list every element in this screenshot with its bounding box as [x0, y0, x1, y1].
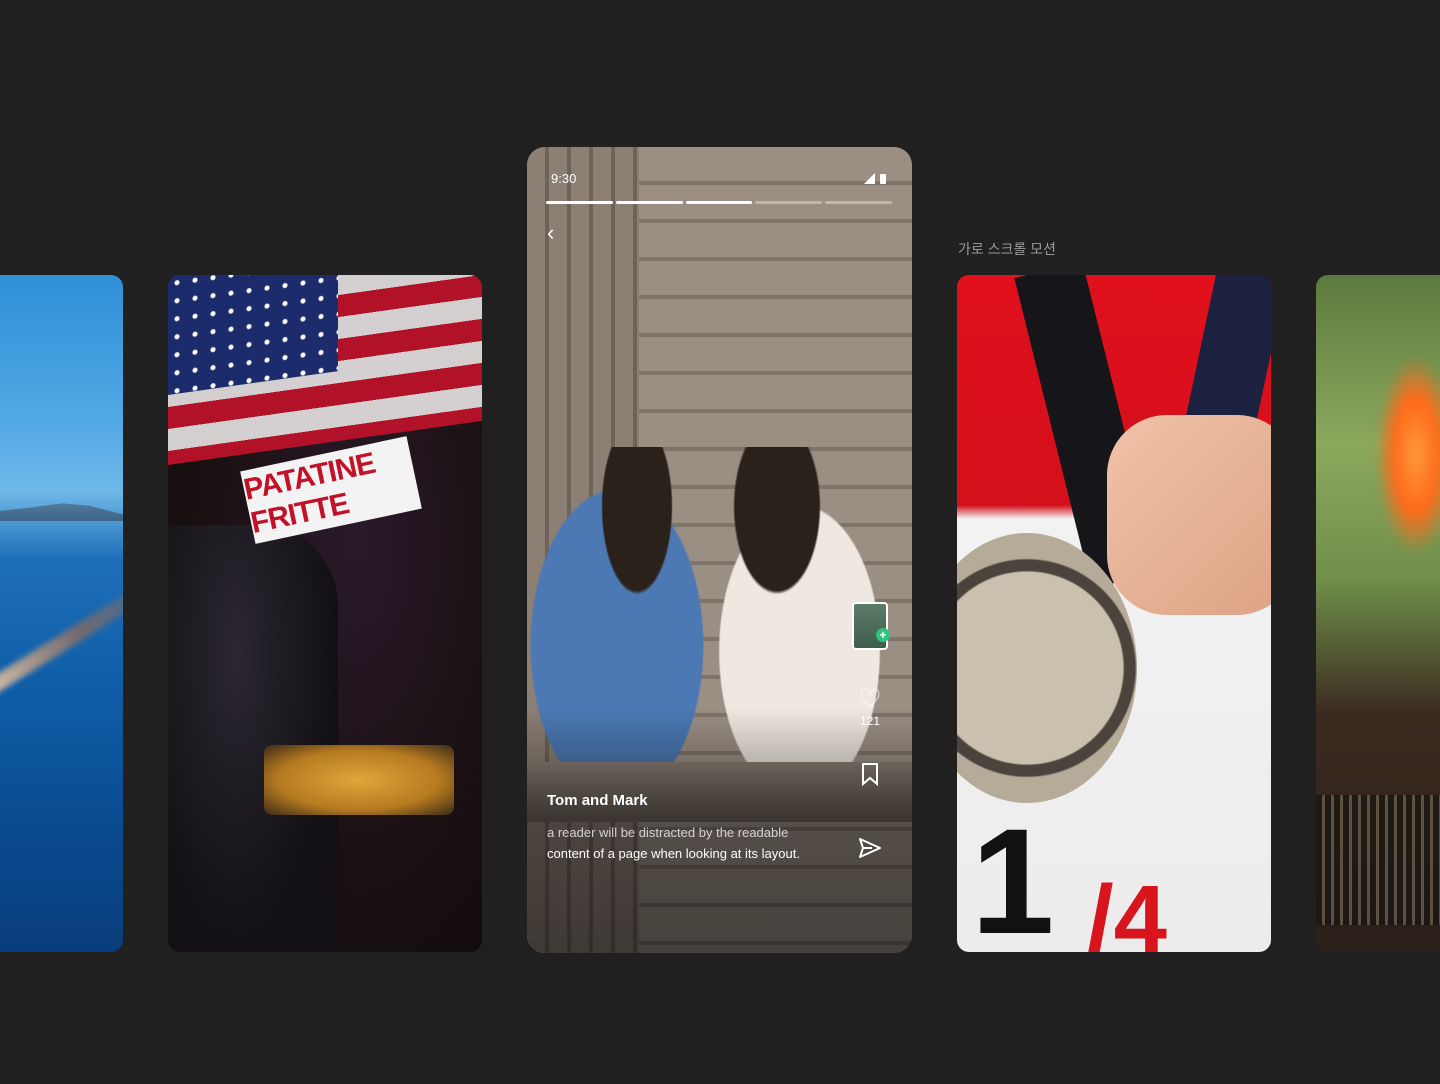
story-progress-bar [546, 201, 892, 204]
progress-segment [615, 201, 683, 204]
progress-segment [546, 201, 613, 204]
story-caption-line: content of a page when looking at its la… [547, 846, 800, 861]
stage: PATATINE FRITTE 9:30 ‹ + ♡ 121 Tom and M… [0, 0, 1440, 1084]
send-icon[interactable] [858, 837, 882, 864]
chevron-left-icon[interactable]: ‹ [547, 222, 567, 244]
story-caption: a reader will be distracted by the reada… [547, 822, 847, 864]
grill-grate [1316, 795, 1440, 925]
progress-segment [825, 201, 892, 204]
bib-number: 1 [971, 797, 1055, 952]
add-to-story-button[interactable]: + [852, 602, 890, 650]
bib-number-suffix: /4 [1087, 866, 1168, 952]
story-card-medal[interactable]: 1 /4 [957, 275, 1271, 952]
like-count: 121 [859, 714, 881, 728]
stall-sign: PATATINE FRITTE [240, 436, 422, 544]
story-title: Tom and Mark [547, 792, 648, 809]
battery-icon [880, 174, 886, 184]
progress-segment [685, 201, 753, 204]
hand [1107, 415, 1271, 615]
vendor-silhouette [168, 525, 338, 952]
plus-icon: + [876, 628, 890, 642]
bookmark-icon[interactable] [860, 762, 880, 791]
story-card-food-stall[interactable]: PATATINE FRITTE [168, 275, 482, 952]
status-icons [864, 173, 886, 184]
heart-icon[interactable]: ♡ [858, 686, 881, 712]
status-time: 9:30 [551, 171, 577, 186]
light-streak [0, 557, 123, 709]
story-viewer-phone[interactable]: 9:30 ‹ + ♡ 121 Tom and Mark a reader wil… [527, 147, 912, 953]
side-actions: + ♡ 121 [850, 602, 890, 864]
island-silhouette [0, 503, 123, 521]
story-card-ocean[interactable] [0, 275, 123, 952]
signal-icon [864, 173, 875, 184]
flame [1376, 355, 1440, 555]
story-caption-clipped: a reader will be distracted by the reada… [547, 825, 789, 840]
story-card-grill[interactable] [1316, 275, 1440, 952]
progress-segment [755, 201, 823, 204]
section-label: 가로 스크롤 모션 [958, 241, 1056, 257]
fries-tray [264, 745, 454, 815]
